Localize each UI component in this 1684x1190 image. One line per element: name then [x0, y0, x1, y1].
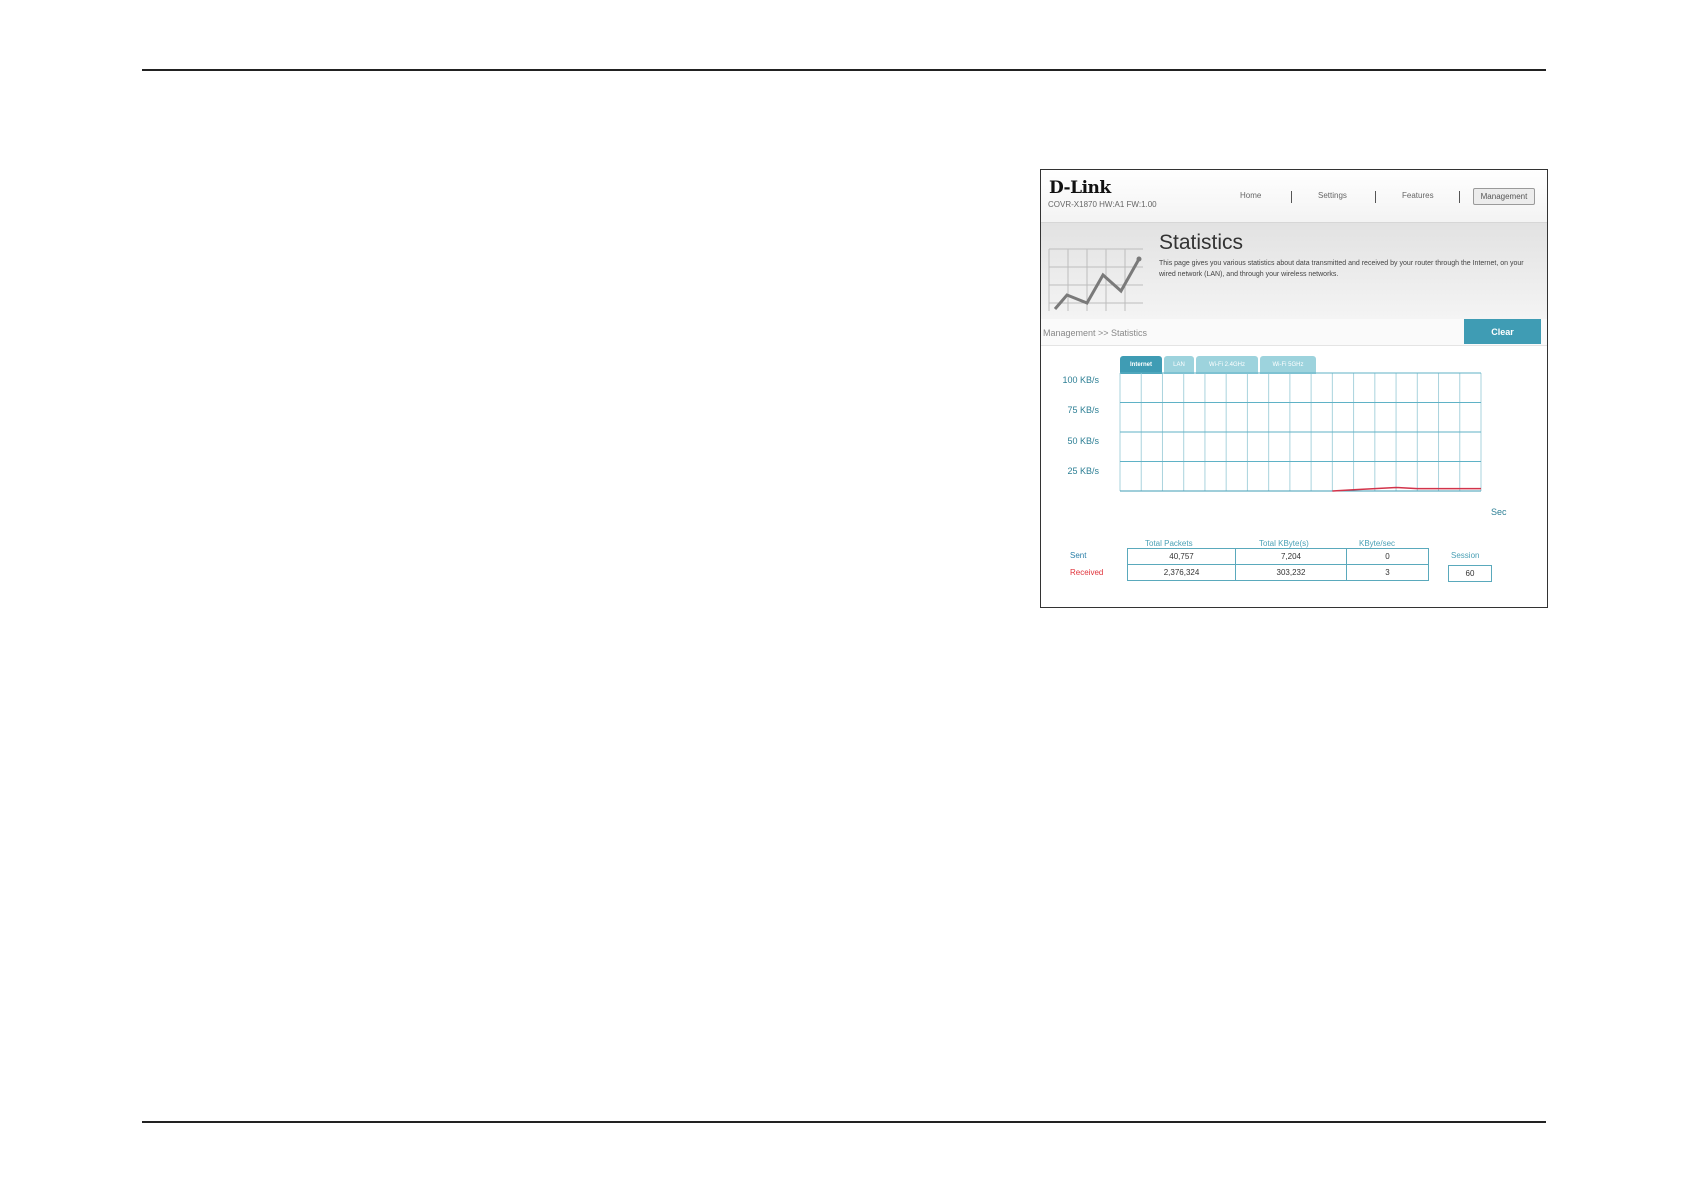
series-line-received — [1332, 486, 1481, 492]
y-tick-label: 25 KB/s — [1067, 466, 1099, 476]
session-value: 60 — [1448, 565, 1492, 582]
column-header-kbyte-sec: KByte/sec — [1359, 539, 1396, 548]
table-row: 40,757 7,204 0 — [1127, 548, 1429, 565]
page-top-rule — [142, 69, 1546, 71]
table-cell: 40,757 — [1127, 548, 1236, 565]
row-label-sent: Sent — [1070, 551, 1087, 560]
session-label: Session — [1451, 551, 1480, 560]
table-row: 2,376,324 303,232 3 — [1127, 564, 1429, 581]
page-bottom-rule — [142, 1121, 1546, 1123]
statistics-table: 40,757 7,204 0 2,376,324 303,232 3 — [1127, 548, 1429, 581]
table-cell: 303,232 — [1235, 564, 1347, 581]
column-header-total-kbytes: Total KByte(s) — [1259, 539, 1309, 548]
column-header-total-packets: Total Packets — [1145, 539, 1193, 548]
table-cell: 3 — [1346, 564, 1429, 581]
row-label-received: Received — [1070, 568, 1104, 577]
y-tick-label: 75 KB/s — [1067, 405, 1099, 415]
table-cell: 0 — [1346, 548, 1429, 565]
y-tick-label: 100 KB/s — [1062, 375, 1099, 385]
y-tick-label: 50 KB/s — [1067, 436, 1099, 446]
table-cell: 2,376,324 — [1127, 564, 1236, 581]
x-axis-label: Sec — [1491, 507, 1507, 517]
table-cell: 7,204 — [1235, 548, 1347, 565]
router-statistics-screenshot: D-Link COVR-X1870 HW:A1 FW:1.00 Home Set… — [1040, 169, 1548, 608]
